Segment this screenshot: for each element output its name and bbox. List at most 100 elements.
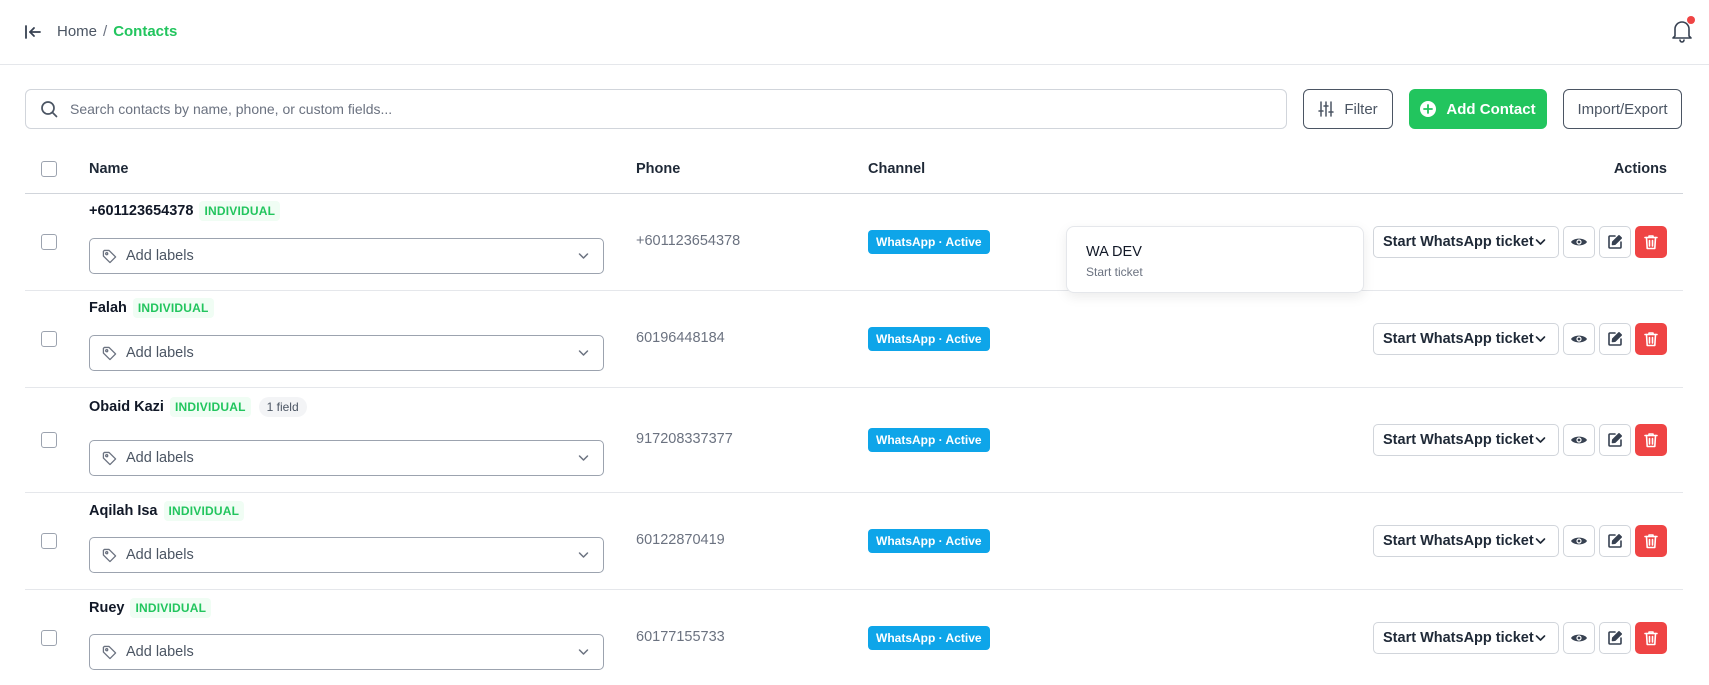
type-badge: INDIVIDUAL — [199, 201, 281, 221]
eye-icon — [1571, 335, 1587, 343]
add-contact-button[interactable]: Add Contact — [1409, 89, 1547, 129]
row-checkbox[interactable] — [41, 234, 57, 250]
breadcrumb-home[interactable]: Home — [57, 23, 97, 40]
import-export-label: Import/Export — [1577, 100, 1668, 118]
notification-dot — [1687, 16, 1695, 24]
trash-icon — [1644, 332, 1658, 347]
breadcrumb-separator: / — [103, 23, 108, 40]
row-checkbox[interactable] — [41, 630, 57, 646]
search-input[interactable] — [70, 101, 1250, 117]
start-ticket-dropdown[interactable]: Start WhatsApp ticket — [1373, 424, 1559, 456]
contact-name[interactable]: Falah — [89, 300, 127, 316]
search-icon — [41, 101, 58, 118]
select-all-checkbox[interactable] — [41, 161, 57, 177]
phone-number: 60177155733 — [636, 629, 725, 645]
header-phone: Phone — [636, 161, 681, 177]
sliders-icon — [1318, 101, 1335, 117]
edit-icon — [1608, 534, 1622, 548]
labels-select[interactable]: Add labels — [89, 238, 604, 274]
contact-name[interactable]: Ruey — [89, 600, 124, 616]
search-box — [25, 89, 1287, 129]
chevron-down-icon — [578, 350, 589, 356]
contact-name[interactable]: Aqilah Isa — [89, 503, 158, 519]
ticket-channel-menu[interactable]: WA DEV Start ticket — [1066, 226, 1364, 293]
add-contact-label: Add Contact — [1446, 100, 1536, 118]
name-line: Ruey INDIVIDUAL — [89, 598, 212, 618]
labels-placeholder: Add labels — [126, 248, 194, 264]
contact-name[interactable]: +601123654378 — [89, 203, 193, 219]
edit-button[interactable] — [1599, 424, 1631, 456]
edit-button[interactable] — [1599, 622, 1631, 654]
filter-button[interactable]: Filter — [1303, 89, 1393, 129]
tag-icon — [102, 249, 117, 263]
labels-select[interactable]: Add labels — [89, 634, 604, 670]
start-ticket-dropdown[interactable]: Start WhatsApp ticket — [1373, 622, 1559, 654]
chevron-down-icon — [578, 455, 589, 461]
view-button[interactable] — [1563, 226, 1595, 258]
row-checkbox[interactable] — [41, 432, 57, 448]
contact-name[interactable]: Obaid Kazi — [89, 399, 164, 415]
trash-icon — [1644, 235, 1658, 250]
start-ticket-label: Start WhatsApp ticket — [1383, 331, 1534, 347]
start-ticket-label: Start WhatsApp ticket — [1383, 630, 1534, 646]
row-checkbox[interactable] — [41, 533, 57, 549]
edit-icon — [1608, 235, 1622, 249]
edit-button[interactable] — [1599, 323, 1631, 355]
view-button[interactable] — [1563, 424, 1595, 456]
tag-icon — [102, 548, 117, 562]
view-button[interactable] — [1563, 525, 1595, 557]
table-header: Name Phone Channel Actions — [25, 152, 1683, 194]
name-line: Obaid Kazi INDIVIDUAL 1 field — [89, 397, 307, 417]
edit-button[interactable] — [1599, 525, 1631, 557]
breadcrumb-current: Contacts — [113, 23, 178, 40]
start-ticket-label: Start WhatsApp ticket — [1383, 234, 1534, 250]
chevron-down-icon — [1535, 538, 1546, 544]
tag-icon — [102, 645, 117, 659]
type-badge: INDIVIDUAL — [163, 501, 245, 521]
start-ticket-dropdown[interactable]: Start WhatsApp ticket — [1373, 525, 1559, 557]
breadcrumb: Home / Contacts — [57, 23, 177, 40]
delete-button[interactable] — [1635, 323, 1667, 355]
delete-button[interactable] — [1635, 622, 1667, 654]
chevron-down-icon — [1535, 437, 1546, 443]
phone-number: 60196448184 — [636, 330, 725, 346]
chevron-down-icon — [1535, 635, 1546, 641]
edit-button[interactable] — [1599, 226, 1631, 258]
chevron-down-icon — [1535, 239, 1546, 245]
start-ticket-label: Start WhatsApp ticket — [1383, 432, 1534, 448]
delete-button[interactable] — [1635, 424, 1667, 456]
channel-badge: WhatsApp · Active — [868, 428, 990, 452]
labels-select[interactable]: Add labels — [89, 335, 604, 371]
start-ticket-dropdown[interactable]: Start WhatsApp ticket — [1373, 226, 1559, 258]
trash-icon — [1644, 631, 1658, 646]
collapse-sidebar-button[interactable] — [22, 22, 44, 42]
phone-number: +601123654378 — [636, 233, 741, 249]
notifications-button[interactable] — [1671, 16, 1695, 45]
labels-placeholder: Add labels — [126, 450, 194, 466]
table-row: Falah INDIVIDUAL Add labels 60196448184 … — [25, 291, 1683, 388]
trash-icon — [1644, 534, 1658, 549]
delete-button[interactable] — [1635, 525, 1667, 557]
row-checkbox[interactable] — [41, 331, 57, 347]
delete-button[interactable] — [1635, 226, 1667, 258]
channel-badge: WhatsApp · Active — [868, 230, 990, 254]
name-line: +601123654378 INDIVIDUAL — [89, 201, 281, 221]
labels-placeholder: Add labels — [126, 547, 194, 563]
start-ticket-dropdown[interactable]: Start WhatsApp ticket — [1373, 323, 1559, 355]
labels-select[interactable]: Add labels — [89, 537, 604, 573]
table-row: Obaid Kazi INDIVIDUAL 1 field Add labels… — [25, 388, 1683, 493]
labels-select[interactable]: Add labels — [89, 440, 604, 476]
eye-icon — [1571, 634, 1587, 642]
filter-label: Filter — [1344, 100, 1378, 118]
table-row: +601123654378 INDIVIDUAL Add labels +601… — [25, 194, 1683, 291]
tag-icon — [102, 451, 117, 465]
view-button[interactable] — [1563, 323, 1595, 355]
type-badge: INDIVIDUAL — [132, 298, 214, 318]
view-button[interactable] — [1563, 622, 1595, 654]
header-channel: Channel — [868, 161, 926, 177]
name-line: Falah INDIVIDUAL — [89, 298, 214, 318]
chevron-down-icon — [578, 552, 589, 558]
import-export-button[interactable]: Import/Export — [1563, 89, 1682, 129]
tag-icon — [102, 346, 117, 360]
channel-badge: WhatsApp · Active — [868, 327, 990, 351]
